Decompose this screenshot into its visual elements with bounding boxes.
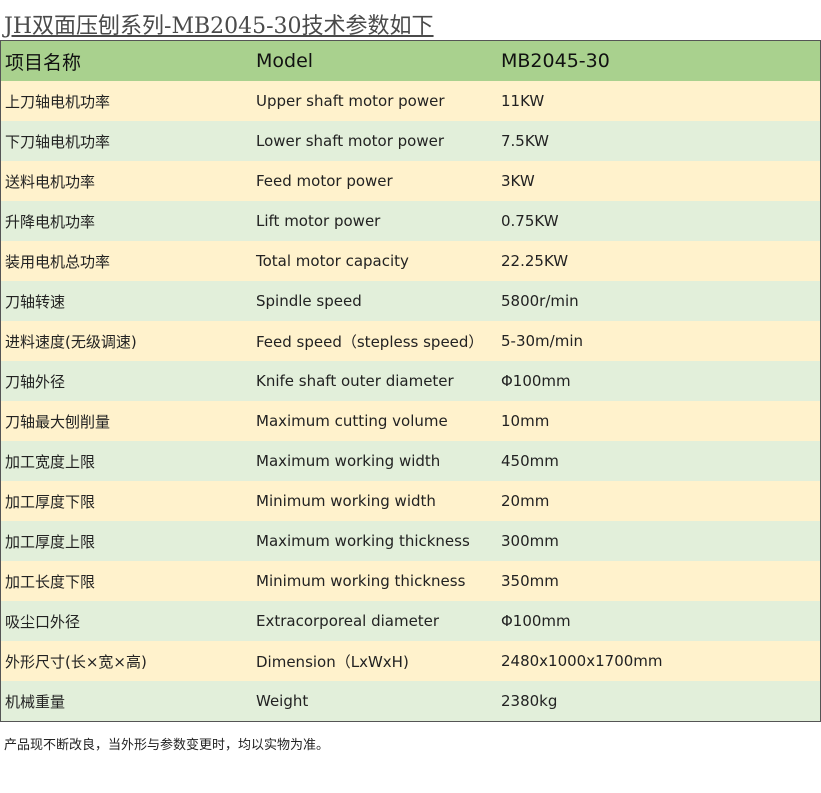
cell-item-name: 下刀轴电机功率 <box>5 132 111 151</box>
cell-value: Φ100mm <box>501 612 571 630</box>
table-header-row: 项目名称 Model MB2045-30 <box>0 40 821 81</box>
cell-value: 5800r/min <box>501 292 579 310</box>
cell-model-description: Extracorporeal diameter <box>256 612 440 630</box>
cell-model-description: Maximum working thickness <box>256 532 470 550</box>
cell-item-name: 送料电机功率 <box>5 172 96 191</box>
cell-item-name: 升降电机功率 <box>5 212 96 231</box>
cell-value: 2380kg <box>501 692 558 710</box>
cell-value: 7.5KW <box>501 132 549 150</box>
table-row: 刀轴转速 Spindle speed 5800r/min <box>0 281 821 321</box>
header-model-number: MB2045-30 <box>501 50 610 72</box>
cell-item-name: 刀轴外径 <box>5 372 66 391</box>
spec-table-body: 上刀轴电机功率 Upper shaft motor power 11KW 下刀轴电机功… <box>0 81 821 722</box>
cell-model-description: Minimum working thickness <box>256 572 466 590</box>
cell-value: 11KW <box>501 92 545 110</box>
cell-model-description: Knife shaft outer diameter <box>256 372 454 390</box>
table-row: 加工长度下限 Minimum working thickness 350mm <box>0 561 821 601</box>
cell-item-name: 加工厚度下限 <box>5 492 96 511</box>
cell-value: 300mm <box>501 532 559 550</box>
cell-value: 10mm <box>501 412 550 430</box>
cell-item-name: 上刀轴电机功率 <box>5 92 111 111</box>
header-model: Model <box>256 50 314 72</box>
cell-value: 0.75KW <box>501 212 559 230</box>
cell-value: Φ100mm <box>501 372 571 390</box>
cell-item-name: 加工长度下限 <box>5 572 96 591</box>
cell-item-name: 外形尺寸(长×宽×高) <box>5 652 147 671</box>
cell-model-description: Dimension（LxWxH) <box>256 652 409 671</box>
table-row: 上刀轴电机功率 Upper shaft motor power 11KW <box>0 81 821 121</box>
cell-value: 5-30m/min <box>501 332 583 350</box>
cell-item-name: 加工厚度上限 <box>5 532 96 551</box>
cell-model-description: Feed motor power <box>256 172 393 190</box>
table-row: 升降电机功率 Lift motor power 0.75KW <box>0 201 821 241</box>
header-item-name: 项目名称 <box>5 51 82 74</box>
cell-item-name: 机械重量 <box>5 692 66 711</box>
table-row: 吸尘口外径 Extracorporeal diameter Φ100mm <box>0 601 821 641</box>
table-row: 机械重量 Weight 2380kg <box>0 681 821 722</box>
footnote: 产品现不断改良，当外形与参数变更时，均以实物为准。 <box>4 738 330 753</box>
table-row: 加工宽度上限 Maximum working width 450mm <box>0 441 821 481</box>
table-row: 外形尺寸(长×宽×高) Dimension（LxWxH) 2480x1000x170… <box>0 641 821 681</box>
cell-item-name: 刀轴最大刨削量 <box>5 412 111 431</box>
cell-value: 22.25KW <box>501 252 569 270</box>
cell-model-description: Maximum cutting volume <box>256 412 448 430</box>
cell-value: 2480x1000x1700mm <box>501 652 663 670</box>
table-row: 送料电机功率 Feed motor power 3KW <box>0 161 821 201</box>
cell-value: 450mm <box>501 452 559 470</box>
cell-item-name: 吸尘口外径 <box>5 612 81 631</box>
cell-value: 20mm <box>501 492 550 510</box>
cell-model-description: Spindle speed <box>256 292 362 310</box>
cell-model-description: Lift motor power <box>256 212 381 230</box>
table-row: 刀轴最大刨削量 Maximum cutting volume 10mm <box>0 401 821 441</box>
cell-model-description: Total motor capacity <box>256 252 409 270</box>
cell-item-name: 装用电机总功率 <box>5 252 111 271</box>
page-title: JH双面压刨系列-MB2045-30技术参数如下 <box>4 14 434 39</box>
cell-item-name: 进料速度(无级调速) <box>5 332 137 351</box>
cell-model-description: Minimum working width <box>256 492 436 510</box>
cell-value: 3KW <box>501 172 535 190</box>
table-row: 加工厚度下限 Minimum working width 20mm <box>0 481 821 521</box>
spec-table: 项目名称 Model MB2045-30 上刀轴电机功率 Upper shaft … <box>0 40 821 722</box>
cell-model-description: Weight <box>256 692 309 710</box>
table-row: 加工厚度上限 Maximum working thickness 300mm <box>0 521 821 561</box>
cell-model-description: Feed speed（stepless speed） <box>256 332 484 351</box>
cell-value: 350mm <box>501 572 559 590</box>
table-row: 进料速度(无级调速) Feed speed（stepless speed） 5-30… <box>0 321 821 361</box>
cell-item-name: 刀轴转速 <box>5 292 66 311</box>
cell-model-description: Upper shaft motor power <box>256 92 445 110</box>
table-row: 装用电机总功率 Total motor capacity 22.25KW <box>0 241 821 281</box>
cell-model-description: Maximum working width <box>256 452 441 470</box>
cell-model-description: Lower shaft motor power <box>256 132 445 150</box>
table-row: 下刀轴电机功率 Lower shaft motor power 7.5KW <box>0 121 821 161</box>
table-row: 刀轴外径 Knife shaft outer diameter Φ100mm <box>0 361 821 401</box>
cell-item-name: 加工宽度上限 <box>5 452 96 471</box>
